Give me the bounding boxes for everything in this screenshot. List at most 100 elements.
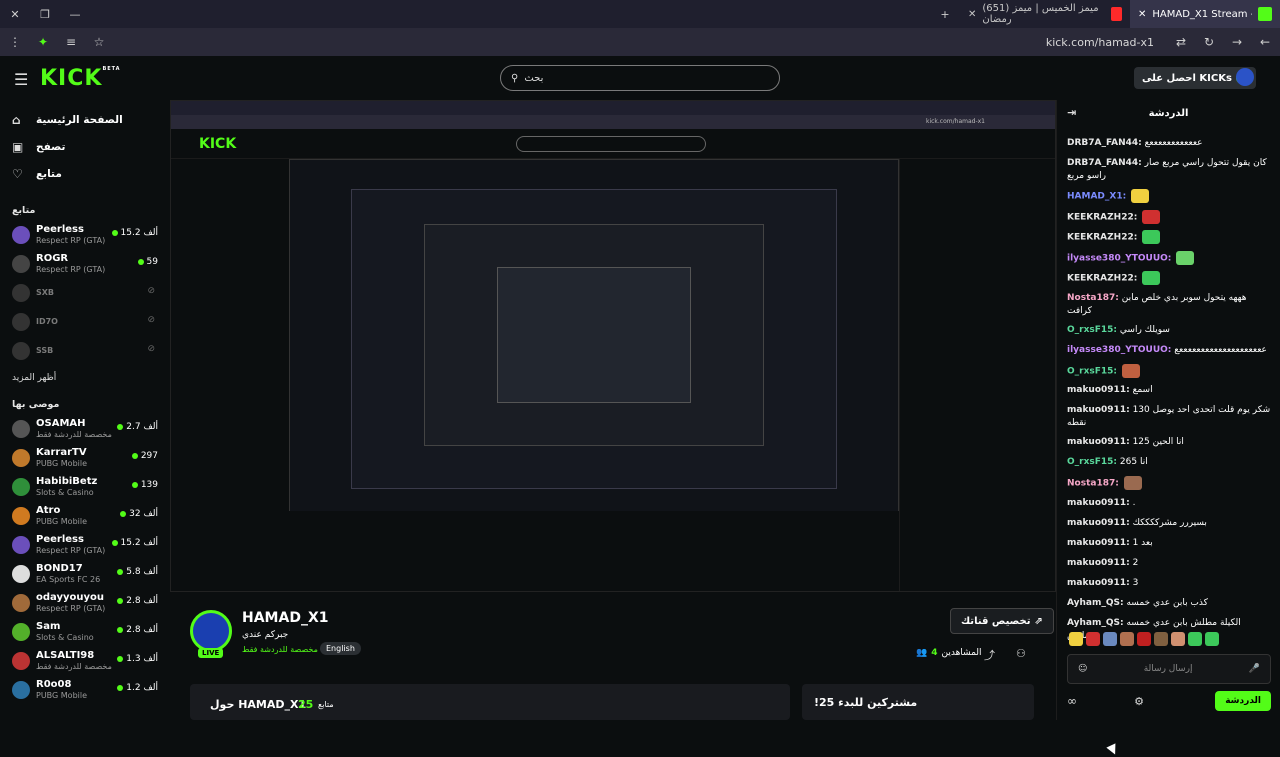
- following-channel[interactable]: SSB ⊘: [0, 336, 170, 365]
- emote-icon[interactable]: [1086, 632, 1100, 646]
- emote-icon[interactable]: [1103, 632, 1117, 646]
- chat-message-input[interactable]: ☺ إرسال رسالة 🎤: [1067, 654, 1271, 684]
- chat-message: makuo0911: 3: [1067, 574, 1271, 594]
- reading-list-icon[interactable]: ≡: [62, 35, 80, 49]
- viewer-count: 15.2 ألف: [111, 538, 158, 548]
- close-tab-icon[interactable]: ✕: [1138, 9, 1146, 20]
- extension-icon[interactable]: ✦: [34, 35, 52, 49]
- chat-username[interactable]: O_rxsF15:: [1067, 325, 1117, 335]
- chat-username[interactable]: makuo0911:: [1067, 498, 1130, 508]
- streamer-name[interactable]: HAMAD_X1: [242, 610, 328, 626]
- chat-username[interactable]: makuo0911:: [1067, 538, 1130, 548]
- following-channel[interactable]: SXB ⊘: [0, 278, 170, 307]
- chat-username[interactable]: KEEKRAZH22:: [1067, 233, 1137, 243]
- chat-username[interactable]: makuo0911:: [1067, 437, 1130, 447]
- channel-category: Respect RP (GTA): [36, 545, 106, 555]
- chat-username[interactable]: makuo0911:: [1067, 558, 1130, 568]
- url-field[interactable]: kick.com/hamad-x1: [1046, 36, 1154, 49]
- chat-username[interactable]: KEEKRAZH22:: [1067, 212, 1137, 222]
- close-window-icon[interactable]: ✕: [0, 8, 30, 21]
- bookmark-star-icon[interactable]: ☆: [90, 35, 108, 49]
- recommended-channel[interactable]: OSAMAH مخصصة للدردشة فقط 2.7 ألف: [0, 414, 170, 443]
- chat-username[interactable]: ilyasse380_YTOUUO:: [1067, 345, 1171, 355]
- emote-icon[interactable]: [1137, 632, 1151, 646]
- recommended-channel[interactable]: Peerless Respect RP (GTA) 15.2 ألف: [0, 530, 170, 559]
- kick-logo[interactable]: KICKBETA: [40, 66, 121, 91]
- chat-username[interactable]: O_rxsF15:: [1067, 366, 1117, 376]
- new-tab-icon[interactable]: +: [930, 8, 960, 21]
- back-icon[interactable]: ←: [1256, 35, 1274, 49]
- menu-dots-icon[interactable]: ⋮: [6, 35, 24, 49]
- chat-emote-icon: [1176, 250, 1195, 265]
- browser-tab-active[interactable]: ✕ HAMAD_X1 Stream - Watch Live: [1130, 0, 1280, 28]
- close-tab-icon[interactable]: ✕: [968, 9, 976, 20]
- following-channel[interactable]: Peerless Respect RP (GTA) 15.2 ألف: [0, 220, 170, 249]
- chat-username[interactable]: makuo0911:: [1067, 385, 1130, 395]
- user-avatar[interactable]: [1236, 68, 1254, 86]
- send-chat-button[interactable]: الدردشة: [1215, 691, 1271, 711]
- emote-icon[interactable]: [1069, 632, 1083, 646]
- channel-category: PUBG Mobile: [36, 516, 88, 526]
- chat-rules-icon[interactable]: ∞: [1067, 694, 1077, 708]
- live-dot-icon: [131, 453, 138, 459]
- tune-icon[interactable]: ⇄: [1172, 35, 1190, 49]
- recommended-channel[interactable]: HabibiBetz Slots & Casino 139: [0, 472, 170, 501]
- follow-user-icon[interactable]: ⚇: [1016, 647, 1026, 660]
- forward-icon[interactable]: →: [1228, 35, 1246, 49]
- emote-icon[interactable]: [1171, 632, 1185, 646]
- emote-icon[interactable]: [1154, 632, 1168, 646]
- mic-icon[interactable]: 🎤: [1249, 664, 1260, 674]
- emote-icon[interactable]: [1205, 632, 1219, 646]
- chat-username[interactable]: Ayham_QS:: [1067, 618, 1124, 628]
- recommended-channel[interactable]: BOND17 EA Sports FC 26 5.8 ألف: [0, 559, 170, 588]
- viewer-count: 2.7 ألف: [117, 422, 158, 432]
- emoji-icon[interactable]: ☺: [1078, 664, 1087, 674]
- collapse-chat-icon[interactable]: ⇥: [1067, 106, 1076, 119]
- video-player[interactable]: kick.com/hamad-x1 KICK: [170, 100, 1056, 592]
- hamburger-menu-icon[interactable]: ☰: [14, 70, 28, 89]
- chat-username[interactable]: Nosta187:: [1067, 293, 1119, 303]
- chat-username[interactable]: makuo0911:: [1067, 405, 1130, 415]
- recommended-channel[interactable]: Sam Slots & Casino 2.8 ألف: [0, 617, 170, 646]
- browse-icon: ▣: [12, 139, 24, 154]
- chat-settings-icon[interactable]: ⚙: [1134, 695, 1144, 708]
- share-icon[interactable]: ⤴: [984, 647, 995, 663]
- recommended-channel[interactable]: KarrarTV PUBG Mobile 297: [0, 443, 170, 472]
- chat-username[interactable]: makuo0911:: [1067, 578, 1130, 588]
- chat-message: Ayham_QS: كذب بابن عدي خمسه: [1067, 594, 1271, 614]
- customize-channel-button[interactable]: تخصيص قناتك ⇗: [950, 608, 1054, 634]
- show-more-link[interactable]: أظهر المزيد: [0, 365, 170, 391]
- streamer-avatar[interactable]: [190, 610, 232, 652]
- following-channel[interactable]: ROGR Respect RP (GTA) 59: [0, 249, 170, 278]
- chat-username[interactable]: DRB7A_FAN44:: [1067, 158, 1142, 168]
- chat-username[interactable]: DRB7A_FAN44:: [1067, 138, 1142, 148]
- emote-icon[interactable]: [1120, 632, 1134, 646]
- chat-username[interactable]: Ayham_QS:: [1067, 598, 1124, 608]
- restore-window-icon[interactable]: ❐: [30, 8, 60, 21]
- following-channel[interactable]: ID7O ⊘: [0, 307, 170, 336]
- language-tag[interactable]: English: [320, 642, 361, 655]
- recommended-channel[interactable]: ALSALTI98 مخصصة للدردشة فقط 1.3 ألف: [0, 646, 170, 675]
- chat-username[interactable]: Nosta187:: [1067, 479, 1119, 489]
- chat-username[interactable]: makuo0911:: [1067, 518, 1130, 528]
- recommended-channel[interactable]: Atro PUBG Mobile 32 ألف: [0, 501, 170, 530]
- reload-icon[interactable]: ↻: [1200, 35, 1218, 49]
- chat-username[interactable]: O_rxsF15:: [1067, 457, 1117, 467]
- chat-message: O_rxsF15: سويلك راسي: [1067, 321, 1271, 341]
- nav-home[interactable]: ⌂ الصفحة الرئيسية: [0, 106, 170, 133]
- nav-following[interactable]: ♡ متابع: [0, 160, 170, 187]
- subscribers-card: !مشتركين للبدء 25: [802, 684, 1034, 720]
- chat-message: KEEKRAZH22:: [1067, 268, 1271, 289]
- minimize-window-icon[interactable]: —: [60, 8, 90, 21]
- chat-username[interactable]: KEEKRAZH22:: [1067, 274, 1137, 284]
- recommended-channel[interactable]: R0o08 PUBG Mobile 1.2 ألف: [0, 675, 170, 704]
- browser-tab-inactive[interactable]: ✕ (651) ميمز الخميس | ميمز رمضان: [960, 0, 1130, 28]
- chat-username[interactable]: ilyasse380_YTOUUO:: [1067, 253, 1171, 263]
- search-input[interactable]: ⚲ بحث: [500, 65, 780, 91]
- emote-icon[interactable]: [1188, 632, 1202, 646]
- chat-only-tag[interactable]: مخصصة للدردشة فقط: [242, 645, 318, 654]
- chat-username[interactable]: HAMAD_X1:: [1067, 192, 1126, 202]
- nav-browse[interactable]: ▣ تصفح: [0, 133, 170, 160]
- recommended-channel[interactable]: odayyouyou Respect RP (GTA) 2.8 ألف: [0, 588, 170, 617]
- chat-text: بسيررر مشرككككك: [1132, 517, 1207, 528]
